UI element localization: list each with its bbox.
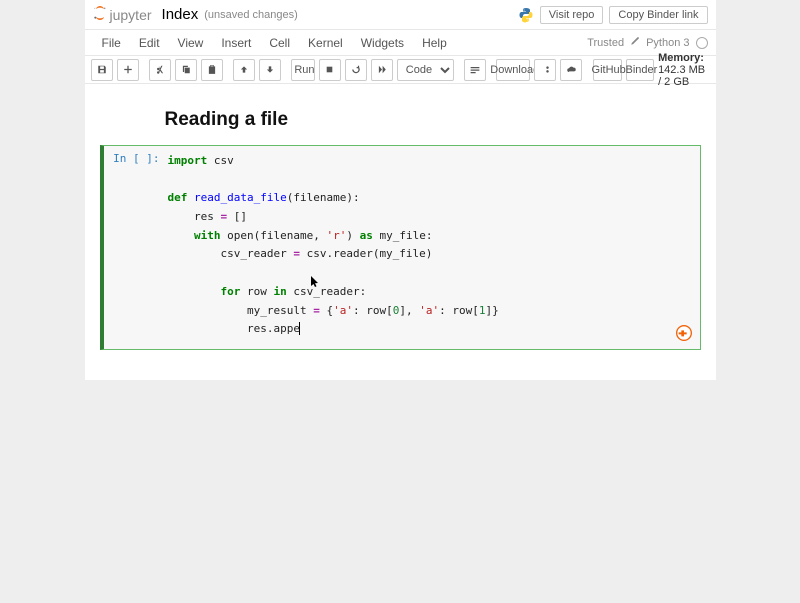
menu-help[interactable]: Help — [413, 32, 456, 54]
move-down-button[interactable] — [259, 59, 281, 81]
kernel-name[interactable]: Python 3 — [646, 37, 689, 49]
notebook-area: Reading a file In [ ]: import csv def re… — [85, 84, 716, 380]
menu-edit[interactable]: Edit — [130, 32, 169, 54]
restart-run-all-button[interactable] — [371, 59, 393, 81]
download-button-label: Download — [490, 64, 539, 76]
binder-button[interactable]: Binder — [626, 59, 654, 81]
toolbar: Run Code Download Git — [85, 56, 716, 84]
copy-button[interactable] — [175, 59, 197, 81]
jupyter-logo[interactable]: jupyter — [93, 6, 152, 23]
cloud-button[interactable] — [560, 59, 582, 81]
code-editor[interactable]: import csv def read_data_file(filename):… — [164, 146, 700, 349]
paste-button[interactable] — [201, 59, 223, 81]
binder-button-label: Binder — [626, 64, 658, 76]
menu-cell[interactable]: Cell — [260, 32, 299, 54]
cut-button[interactable] — [149, 59, 171, 81]
menu-insert[interactable]: Insert — [212, 32, 260, 54]
trusted-label: Trusted — [587, 37, 624, 49]
kernel-status-icon — [696, 37, 708, 49]
memory-value: 142.3 MB / 2 GB — [658, 64, 705, 88]
run-button[interactable]: Run — [291, 59, 315, 81]
replit-icon — [676, 325, 692, 341]
save-button[interactable] — [91, 59, 113, 81]
github-button[interactable]: GitHub — [593, 59, 622, 81]
input-prompt: In [ ]: — [104, 146, 164, 349]
copy-binder-link-button[interactable]: Copy Binder link — [609, 6, 707, 24]
share-button[interactable] — [534, 59, 556, 81]
notebook-name[interactable]: Index — [162, 6, 199, 23]
markdown-cell[interactable]: Reading a file — [100, 99, 701, 145]
visit-repo-button[interactable]: Visit repo — [540, 6, 604, 24]
restart-button[interactable] — [345, 59, 367, 81]
download-button[interactable]: Download — [496, 59, 530, 81]
interrupt-button[interactable] — [319, 59, 341, 81]
menu-widgets[interactable]: Widgets — [352, 32, 413, 54]
menu-kernel[interactable]: Kernel — [299, 32, 352, 54]
app-window: jupyter Index (unsaved changes) Visit re… — [85, 0, 716, 380]
menu-file[interactable]: File — [93, 32, 130, 54]
menu-bar: File Edit View Insert Cell Kernel Widget… — [85, 30, 716, 56]
heading: Reading a file — [165, 109, 701, 131]
cell-type-select[interactable]: Code — [397, 59, 454, 81]
add-cell-button[interactable] — [117, 59, 139, 81]
memory-label: Memory: — [658, 52, 704, 64]
notebook-status: (unsaved changes) — [204, 9, 298, 21]
jupyter-logo-text: jupyter — [110, 7, 152, 23]
code-cell[interactable]: In [ ]: import csv def read_data_file(fi… — [100, 145, 701, 350]
github-button-label: GitHub — [592, 64, 626, 76]
python-icon — [518, 7, 534, 23]
jupyter-logo-icon — [93, 6, 107, 23]
move-up-button[interactable] — [233, 59, 255, 81]
command-palette-button[interactable] — [464, 59, 486, 81]
run-button-label: Run — [294, 64, 314, 76]
menu-view[interactable]: View — [169, 32, 213, 54]
header-bar: jupyter Index (unsaved changes) Visit re… — [85, 0, 716, 30]
edit-pencil-icon[interactable] — [630, 36, 640, 49]
